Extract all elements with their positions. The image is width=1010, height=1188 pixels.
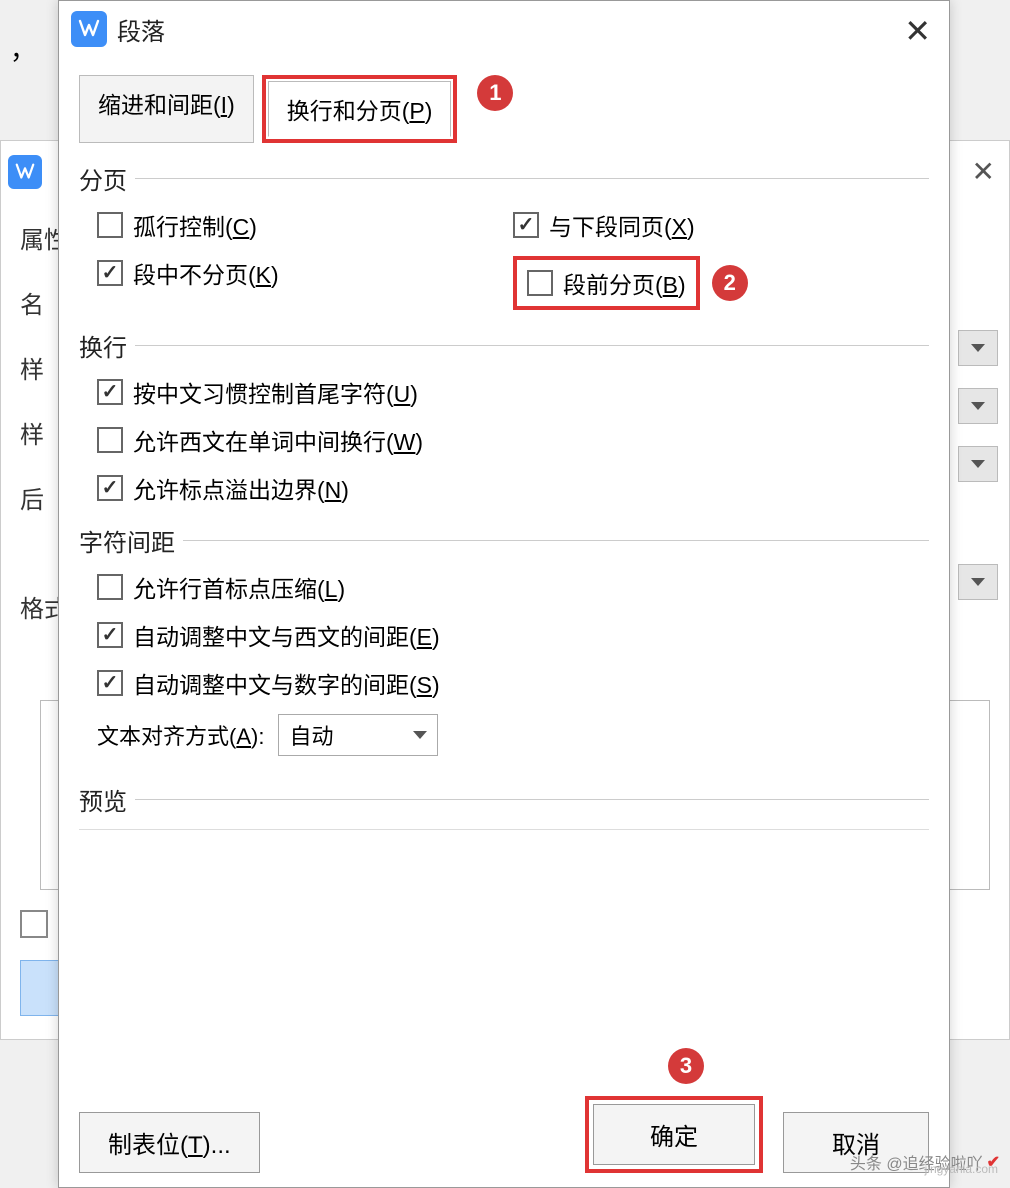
checkbox-compress-leading-punct[interactable]: 允许行首标点压缩(L) [97, 570, 345, 604]
checkbox-icon [97, 212, 123, 238]
section-char-spacing: 字符间距 [79, 523, 929, 558]
checkbox-icon [97, 260, 123, 286]
bg-dropdown-4[interactable] [958, 564, 998, 600]
watermark: 头条 @追经验啦吖 ✔ jingyanla.com [850, 1150, 1000, 1174]
tab-page-key: P [409, 98, 424, 124]
dialog-title: 段落 [117, 12, 165, 47]
callout-badge-3: 3 [668, 1048, 704, 1084]
callout-badge-1: 1 [477, 75, 513, 111]
bg-checkbox[interactable] [20, 910, 48, 938]
tabs: 缩进和间距(I) 换行和分页(P) 1 [79, 75, 929, 143]
bg-comma: ， [10, 30, 36, 67]
titlebar: 段落 ✕ [59, 1, 949, 57]
checkbox-page-break-before[interactable]: 段前分页(B) [527, 266, 686, 300]
section-preview-label: 预览 [79, 782, 127, 817]
checkbox-icon [97, 574, 123, 600]
checkbox-auto-space-cjk-number[interactable]: 自动调整中文与数字的间距(S) [97, 666, 440, 700]
close-icon[interactable]: ✕ [904, 15, 931, 47]
dialog-footer: 制表位(T)... 3 确定 取消 [79, 1096, 929, 1173]
checkbox-keep-lines-together[interactable]: 段中不分页(K) [97, 256, 513, 290]
section-preview: 预览 [79, 782, 929, 817]
page-break-before-highlight: 段前分页(B) [513, 256, 700, 310]
tab-indent-spacing[interactable]: 缩进和间距(I) [79, 75, 254, 143]
tab-page-pre: 换行和分页( [287, 98, 410, 124]
checkbox-icon [97, 622, 123, 648]
tab-page-post: ) [425, 98, 433, 124]
tab-page-highlight: 换行和分页(P) [262, 75, 458, 143]
checkbox-allow-latin-mid-word-break[interactable]: 允许西文在单词中间换行(W) [97, 423, 423, 457]
bg-dropdown-1[interactable] [958, 330, 998, 366]
checkbox-cjk-line-rules[interactable]: 按中文习惯控制首尾字符(U) [97, 375, 418, 409]
checkbox-auto-space-cjk-latin[interactable]: 自动调整中文与西文的间距(E) [97, 618, 440, 652]
bg-dropdown-2[interactable] [958, 388, 998, 424]
tab-indent-pre: 缩进和间距( [98, 92, 221, 118]
bg-app-icon [8, 155, 42, 189]
watermark-text-2: jingyanla.com [925, 1162, 998, 1176]
checkbox-hanging-punctuation[interactable]: 允许标点溢出边界(N) [97, 471, 349, 505]
section-paging: 分页 [79, 161, 929, 196]
bg-dropdown-3[interactable] [958, 446, 998, 482]
checkbox-icon [97, 670, 123, 696]
checkbox-icon [527, 270, 553, 296]
text-align-row: 文本对齐方式(A): 自动 [79, 714, 929, 756]
bg-highlighted-button[interactable] [20, 960, 62, 1016]
checkbox-icon [97, 475, 123, 501]
checkbox-orphan-control[interactable]: 孤行控制(C) [97, 208, 513, 242]
callout-badge-2: 2 [712, 265, 748, 301]
text-align-value: 自动 [289, 719, 333, 751]
text-align-dropdown[interactable]: 自动 [278, 714, 438, 756]
section-line-label: 换行 [79, 328, 127, 363]
section-spacing-label: 字符间距 [79, 523, 175, 558]
wps-app-icon [71, 11, 107, 47]
checkbox-keep-with-next[interactable]: 与下段同页(X) [513, 208, 929, 242]
section-line-break: 换行 [79, 328, 929, 363]
tabs-button[interactable]: 制表位(T)... [79, 1112, 260, 1173]
tab-indent-post: ) [227, 92, 235, 118]
tab-line-page-breaks[interactable]: 换行和分页(P) [268, 81, 452, 137]
checkbox-icon [97, 379, 123, 405]
checkbox-icon [97, 427, 123, 453]
checkbox-icon [513, 212, 539, 238]
section-paging-label: 分页 [79, 161, 127, 196]
bg-close-icon[interactable]: ✕ [972, 155, 995, 188]
ok-button-highlight: 3 确定 [585, 1096, 763, 1173]
paragraph-dialog: 段落 ✕ 缩进和间距(I) 换行和分页(P) 1 分页 孤行控制(C) [58, 0, 950, 1188]
text-align-label: 文本对齐方式(A): [97, 719, 264, 751]
preview-area [79, 829, 929, 1009]
ok-button[interactable]: 确定 [593, 1104, 755, 1165]
dialog-content: 缩进和间距(I) 换行和分页(P) 1 分页 孤行控制(C) [59, 57, 949, 1009]
